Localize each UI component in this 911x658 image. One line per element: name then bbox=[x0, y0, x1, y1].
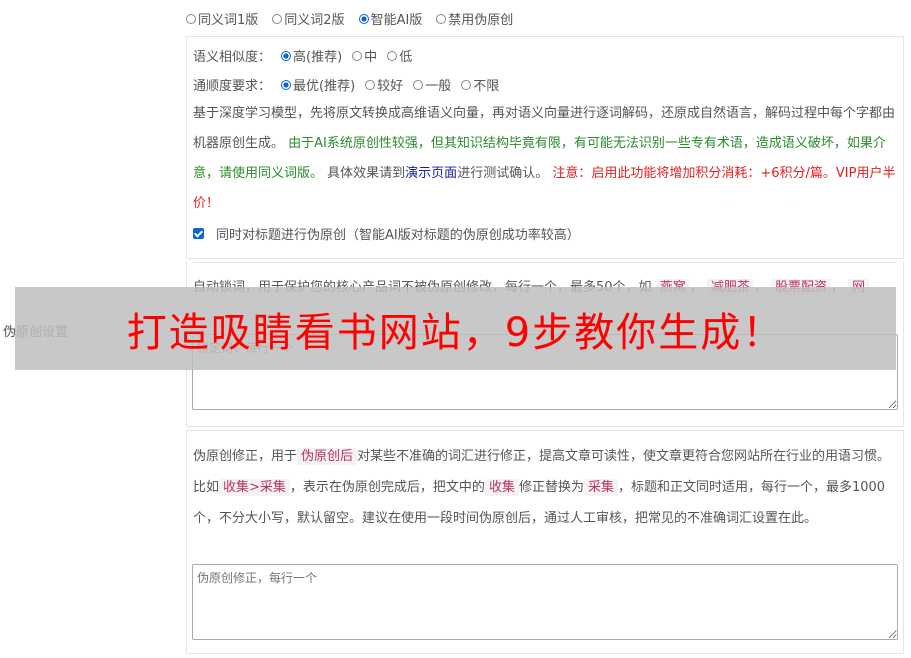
radio-icon bbox=[352, 50, 363, 61]
mode-radio-synonym2[interactable]: 同义词2版 bbox=[272, 9, 345, 28]
mode-radio-disable[interactable]: 禁用伪原创 bbox=[436, 9, 513, 28]
radio-icon bbox=[436, 13, 447, 24]
mode-radio-synonym1[interactable]: 同义词1版 bbox=[186, 9, 258, 28]
correction-description: 伪原创修正，用于 伪原创后 对某些不准确的词汇进行修正，提高文章可读性，使文章更符合… bbox=[193, 448, 891, 526]
radio-icon bbox=[272, 13, 283, 24]
radio-icon bbox=[413, 79, 424, 90]
title-checkbox-label: 同时对标题进行伪原创（智能AI版对标题的伪原创成功率较高） bbox=[216, 228, 580, 243]
fluency-normal[interactable]: 一般 bbox=[413, 75, 451, 94]
similarity-medium[interactable]: 中 bbox=[352, 46, 377, 65]
ai-settings-panel: 语义相似度： 高(推荐) 中 低 通顺度要求： 最优(推荐) 较好 一般 不限 … bbox=[186, 36, 904, 259]
radio-selected-icon bbox=[358, 13, 369, 24]
fluency-row: 通顺度要求： 最优(推荐) 较好 一般 不限 bbox=[193, 70, 897, 99]
demo-page-link[interactable]: 演示页面 bbox=[405, 166, 457, 181]
similarity-low[interactable]: 低 bbox=[387, 46, 412, 65]
similarity-label: 语义相似度： bbox=[193, 50, 272, 65]
fluency-label: 通顺度要求： bbox=[193, 79, 272, 94]
checkbox-checked-icon[interactable] bbox=[193, 228, 204, 239]
radio-selected-icon bbox=[281, 50, 292, 61]
radio-icon bbox=[387, 50, 398, 61]
fluency-unlimited[interactable]: 不限 bbox=[461, 75, 499, 94]
overlay-banner: 打造吸睛看书网站，9步教你生成！ bbox=[15, 287, 896, 370]
correction-input[interactable] bbox=[192, 564, 898, 640]
similarity-row: 语义相似度： 高(推荐) 中 低 bbox=[193, 41, 897, 70]
fluency-best[interactable]: 最优(推荐) bbox=[281, 75, 355, 94]
radio-selected-icon bbox=[281, 79, 292, 90]
radio-icon bbox=[461, 79, 472, 90]
title-checkbox-row[interactable]: 同时对标题进行伪原创（智能AI版对标题的伪原创成功率较高） bbox=[193, 219, 897, 248]
ai-description: 基于深度学习模型，先将原文转换成高维语义向量，再对语义向量进行逐词解码，还原成自… bbox=[193, 106, 896, 211]
fluency-good[interactable]: 较好 bbox=[365, 75, 403, 94]
divider bbox=[193, 262, 897, 263]
mode-radio-group: 同义词1版 同义词2版 智能AI版 禁用伪原创 bbox=[186, 9, 513, 28]
mode-radio-ai[interactable]: 智能AI版 bbox=[358, 9, 422, 28]
similarity-high[interactable]: 高(推荐) bbox=[281, 46, 342, 65]
radio-icon bbox=[186, 13, 196, 24]
radio-icon bbox=[365, 79, 376, 90]
correction-panel: 伪原创修正，用于 伪原创后 对某些不准确的词汇进行修正，提高文章可读性，使文章更符合… bbox=[186, 430, 904, 654]
